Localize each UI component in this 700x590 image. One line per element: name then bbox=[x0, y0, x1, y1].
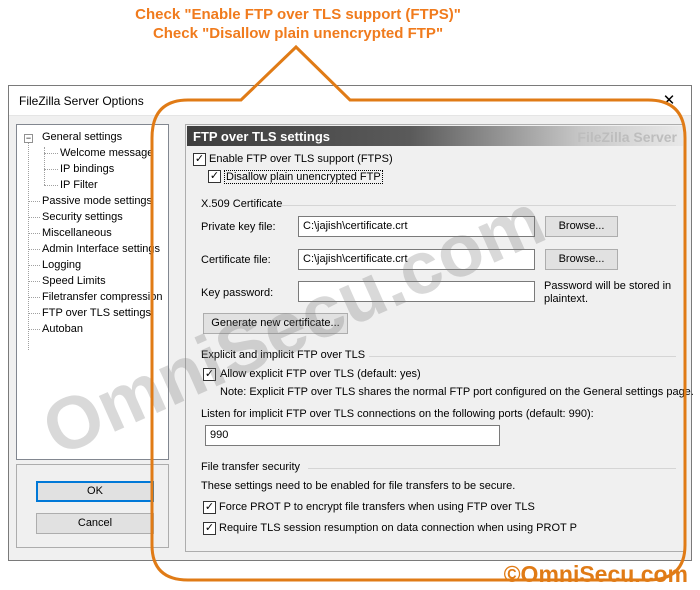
panel-title: FTP over TLS settings bbox=[193, 129, 331, 144]
tree-item-ftp-over-tls[interactable]: FTP over TLS settings bbox=[42, 307, 151, 319]
explicit-group-label: Explicit and implicit FTP over TLS bbox=[201, 349, 366, 361]
security-description: These settings need to be enabled for fi… bbox=[201, 480, 516, 492]
tree-item-security-settings[interactable]: Security settings bbox=[42, 211, 123, 223]
allow-explicit-label[interactable]: Allow explicit FTP over TLS (default: ye… bbox=[220, 368, 421, 380]
tree-item-filetransfer-compression[interactable]: Filetransfer compression bbox=[42, 291, 162, 303]
password-note-line-1: Password will be stored in bbox=[544, 280, 672, 292]
tree-item-speed-limits[interactable]: Speed Limits bbox=[42, 275, 106, 287]
browse-certificate-button[interactable]: Browse... bbox=[545, 249, 618, 270]
tree-item-ip-filter[interactable]: IP Filter bbox=[60, 179, 98, 191]
password-note-line-2: plaintext. bbox=[544, 293, 589, 305]
allow-explicit-checkbox[interactable]: ✓ bbox=[203, 368, 216, 381]
require-resumption-checkbox[interactable]: ✓ bbox=[203, 522, 216, 535]
ftp-over-tls-panel: FTP over TLS settings FileZilla Server ✓… bbox=[185, 124, 694, 552]
browse-private-key-button[interactable]: Browse... bbox=[545, 216, 618, 237]
disallow-plain-label[interactable]: Disallow plain unencrypted FTP bbox=[224, 170, 383, 184]
generate-certificate-button[interactable]: Generate new certificate... bbox=[203, 313, 348, 334]
enable-ftps-label[interactable]: Enable FTP over TLS support (FTPS) bbox=[209, 153, 393, 165]
private-key-label: Private key file: bbox=[201, 221, 276, 233]
dialog-buttons-box: OK Cancel bbox=[16, 464, 169, 548]
tree-item-autoban[interactable]: Autoban bbox=[42, 323, 83, 335]
disallow-plain-checkbox[interactable]: ✓ bbox=[208, 170, 221, 183]
cancel-button[interactable]: Cancel bbox=[36, 513, 154, 534]
implicit-ports-label: Listen for implicit FTP over TLS connect… bbox=[201, 408, 594, 420]
collapse-icon[interactable]: − bbox=[24, 134, 33, 143]
tree-item-passive-mode[interactable]: Passive mode settings bbox=[42, 195, 152, 207]
ok-button[interactable]: OK bbox=[36, 481, 154, 502]
key-password-input[interactable] bbox=[298, 281, 535, 302]
certificate-input[interactable]: C:\jajish\certificate.crt bbox=[298, 249, 535, 270]
copyright-label: ©OmniSecu.com bbox=[503, 561, 688, 587]
title-bar: FileZilla Server Options ✕ bbox=[9, 86, 691, 116]
close-icon[interactable]: ✕ bbox=[647, 86, 691, 116]
certificate-label: Certificate file: bbox=[201, 254, 271, 266]
tree-item-logging[interactable]: Logging bbox=[42, 259, 81, 271]
options-window: FileZilla Server Options ✕ − General set… bbox=[8, 85, 694, 561]
annotation-line-2: Check "Disallow plain unencrypted FTP" bbox=[152, 25, 444, 42]
force-prot-label[interactable]: Force PROT P to encrypt file transfers w… bbox=[219, 501, 535, 513]
tree-item-welcome-message[interactable]: Welcome message bbox=[60, 147, 153, 159]
panel-header: FTP over TLS settings FileZilla Server bbox=[187, 126, 683, 146]
require-resumption-label[interactable]: Require TLS session resumption on data c… bbox=[219, 522, 577, 534]
implicit-ports-input[interactable]: 990 bbox=[205, 425, 500, 446]
tree-item-ip-bindings[interactable]: IP bindings bbox=[60, 163, 114, 175]
key-password-label: Key password: bbox=[201, 287, 274, 299]
tree-item-miscellaneous[interactable]: Miscellaneous bbox=[42, 227, 112, 239]
annotation-line-1: Check "Enable FTP over TLS support (FTPS… bbox=[135, 6, 461, 23]
enable-ftps-checkbox[interactable]: ✓ bbox=[193, 153, 206, 166]
force-prot-checkbox[interactable]: ✓ bbox=[203, 501, 216, 514]
explicit-note: Note: Explicit FTP over TLS shares the n… bbox=[220, 386, 694, 398]
settings-tree[interactable]: − General settings Welcome message IP bi… bbox=[16, 124, 169, 460]
x509-group-label: X.509 Certificate bbox=[201, 198, 283, 210]
brand-label: FileZilla Server bbox=[577, 129, 677, 145]
tree-item-general-settings[interactable]: General settings bbox=[42, 131, 122, 143]
private-key-input[interactable]: C:\jajish\certificate.crt bbox=[298, 216, 535, 237]
security-group-label: File transfer security bbox=[201, 461, 301, 473]
window-title: FileZilla Server Options bbox=[19, 94, 144, 108]
tree-item-admin-interface[interactable]: Admin Interface settings bbox=[42, 243, 160, 255]
